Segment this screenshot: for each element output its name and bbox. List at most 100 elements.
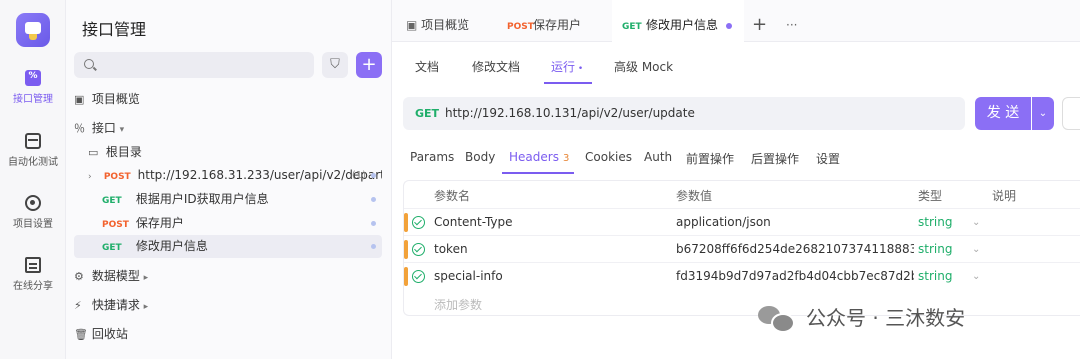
- row-marker: [404, 267, 408, 286]
- tab-body[interactable]: Body: [465, 150, 495, 164]
- more-tabs-button[interactable]: ···: [786, 0, 797, 42]
- tree-item-interfaces[interactable]: ％ 接口 ▾: [74, 117, 382, 140]
- chevron-down-icon[interactable]: ⌄: [972, 263, 980, 290]
- data-model-icon: ⚙: [74, 270, 84, 283]
- search-input[interactable]: [74, 52, 314, 78]
- method-badge: POST: [507, 22, 534, 32]
- url-bar[interactable]: GET http://192.168.10.131/api/v2/user/up…: [403, 97, 965, 130]
- param-name[interactable]: token: [434, 236, 664, 263]
- automation-icon: [25, 133, 41, 149]
- tab-headers[interactable]: Headers 3: [509, 150, 569, 164]
- enabled-checkbox[interactable]: [412, 270, 425, 283]
- param-value[interactable]: fd3194b9d7d97ad2fb4d04cbb7ec87d2be440c: [676, 263, 914, 290]
- active-dot-icon: •: [575, 64, 584, 74]
- rail-item-api-management[interactable]: 接口管理: [0, 70, 66, 105]
- tab-pre-operations[interactable]: 前置操作: [686, 150, 734, 167]
- tree-item-label: 保存用户: [135, 216, 184, 230]
- subtab-label: 运行: [551, 60, 576, 74]
- trash-icon: 🗑: [74, 328, 88, 341]
- param-name[interactable]: special-info: [434, 263, 664, 290]
- rail-item-online-share[interactable]: 在线分享: [0, 257, 66, 292]
- save-button[interactable]: [1062, 97, 1080, 130]
- tree-item-shortcut[interactable]: ⚡ 快捷请求 ▸: [74, 294, 382, 317]
- tree-item-endpoint[interactable]: POST 保存用户: [74, 212, 382, 235]
- enabled-checkbox[interactable]: [412, 243, 425, 256]
- more-icon: ···: [786, 18, 798, 32]
- url-input[interactable]: http://192.168.10.131/api/v2/user/update: [445, 97, 695, 130]
- tree-item-label: http://192.168.31.233/user/api/v2/depart…: [137, 168, 382, 182]
- column-header-value: 参数值: [676, 189, 713, 203]
- add-button[interactable]: +: [356, 52, 382, 78]
- param-name[interactable]: Content-Type: [434, 209, 664, 236]
- method-badge: POST: [102, 220, 129, 230]
- subtab-run[interactable]: 运行 •: [551, 58, 583, 75]
- tree-item-overview[interactable]: ▣ 项目概览: [74, 88, 382, 111]
- tree-item-endpoint[interactable]: GET 根据用户ID获取用户信息: [74, 188, 382, 211]
- tab-label: 修改用户信息: [646, 18, 719, 32]
- tree-item-label: 修改用户信息: [135, 239, 208, 253]
- caret-right-icon: ▸: [143, 273, 149, 283]
- send-options-button[interactable]: ⌄: [1032, 97, 1054, 130]
- tab-update-user[interactable]: GET 修改用户信息: [612, 0, 744, 42]
- tab-post-operations[interactable]: 后置操作: [751, 150, 799, 167]
- column-header-description: 说明: [992, 189, 1017, 203]
- tab-cookies[interactable]: Cookies: [585, 150, 632, 164]
- method-badge: POST: [103, 172, 131, 182]
- row-marker: [404, 240, 408, 259]
- icon-rail: 接口管理 自动化测试 项目设置 在线分享: [0, 0, 66, 359]
- chevron-down-icon[interactable]: ⌄: [972, 236, 980, 263]
- item-count: (1): [351, 170, 366, 181]
- caret-right-icon: ▸: [143, 302, 149, 312]
- enabled-checkbox[interactable]: [412, 216, 425, 229]
- rail-item-label: 在线分享: [13, 281, 53, 292]
- column-header-type: 类型: [918, 189, 943, 203]
- tree-item-endpoint-selected[interactable]: GET 修改用户信息: [74, 235, 382, 258]
- tab-settings[interactable]: 设置: [816, 150, 840, 167]
- tree-item-label: 回收站: [91, 327, 128, 341]
- send-button[interactable]: 发 送: [975, 97, 1031, 130]
- method-selector[interactable]: GET: [415, 97, 439, 130]
- param-type[interactable]: string: [918, 209, 952, 236]
- table-row: token b67208ff6f6d254de26821073741188830…: [404, 235, 1080, 262]
- watermark-text: 公众号 · 三沐数安: [806, 306, 966, 330]
- tree-item-data-model[interactable]: ⚙ 数据模型 ▸: [74, 265, 382, 288]
- tab-save-user[interactable]: POST保存用户: [507, 0, 581, 42]
- add-param-input[interactable]: 添加参数: [434, 296, 482, 313]
- method-badge: GET: [102, 196, 122, 206]
- plus-icon: +: [752, 14, 768, 35]
- subtab-docs[interactable]: 文档: [415, 58, 439, 75]
- tab-auth[interactable]: Auth: [644, 150, 672, 164]
- tab-label: 保存用户: [533, 18, 582, 32]
- subtab-edit-docs[interactable]: 修改文档: [472, 58, 520, 75]
- tree-item-endpoint[interactable]: › POST http://192.168.31.233/user/api/v2…: [74, 164, 382, 187]
- tree-item-root[interactable]: ▭ 根目录: [74, 141, 382, 164]
- tree-item-label: 根据用户ID获取用户信息: [135, 192, 269, 206]
- tab-overview[interactable]: ▣ 项目概览: [406, 0, 469, 42]
- new-tab-button[interactable]: +: [752, 0, 767, 42]
- tree-item-recycle[interactable]: 🗑 回收站: [74, 323, 382, 346]
- status-dot: [371, 173, 376, 178]
- status-dot: [371, 221, 376, 226]
- rail-item-label: 项目设置: [13, 219, 53, 230]
- share-icon: [25, 257, 41, 273]
- caret-down-icon: ▾: [119, 125, 125, 135]
- tab-params[interactable]: Params: [410, 150, 454, 164]
- param-type[interactable]: string: [918, 236, 952, 263]
- param-type[interactable]: string: [918, 263, 952, 290]
- tree-item-label: 数据模型: [91, 269, 140, 283]
- chevron-right-icon: ›: [88, 172, 92, 182]
- table-row: Content-Type application/json string ⌄: [404, 208, 1080, 235]
- request-tab-indicator: [502, 172, 574, 174]
- settings-icon: [25, 195, 41, 211]
- rail-item-project-settings[interactable]: 项目设置: [0, 195, 66, 230]
- rail-item-automation[interactable]: 自动化测试: [0, 133, 66, 168]
- param-value[interactable]: b67208ff6f6d254de26821073741188830d9023: [676, 236, 914, 263]
- chevron-down-icon[interactable]: ⌄: [972, 209, 980, 236]
- headers-count-badge: 3: [562, 153, 570, 164]
- subtab-advanced-mock[interactable]: 高级 Mock: [614, 58, 673, 75]
- filter-button[interactable]: ⛉: [322, 52, 348, 78]
- overview-icon: ▣: [74, 93, 85, 106]
- param-value[interactable]: application/json: [676, 209, 910, 236]
- method-badge: GET: [622, 22, 642, 32]
- overview-icon: ▣: [406, 18, 422, 32]
